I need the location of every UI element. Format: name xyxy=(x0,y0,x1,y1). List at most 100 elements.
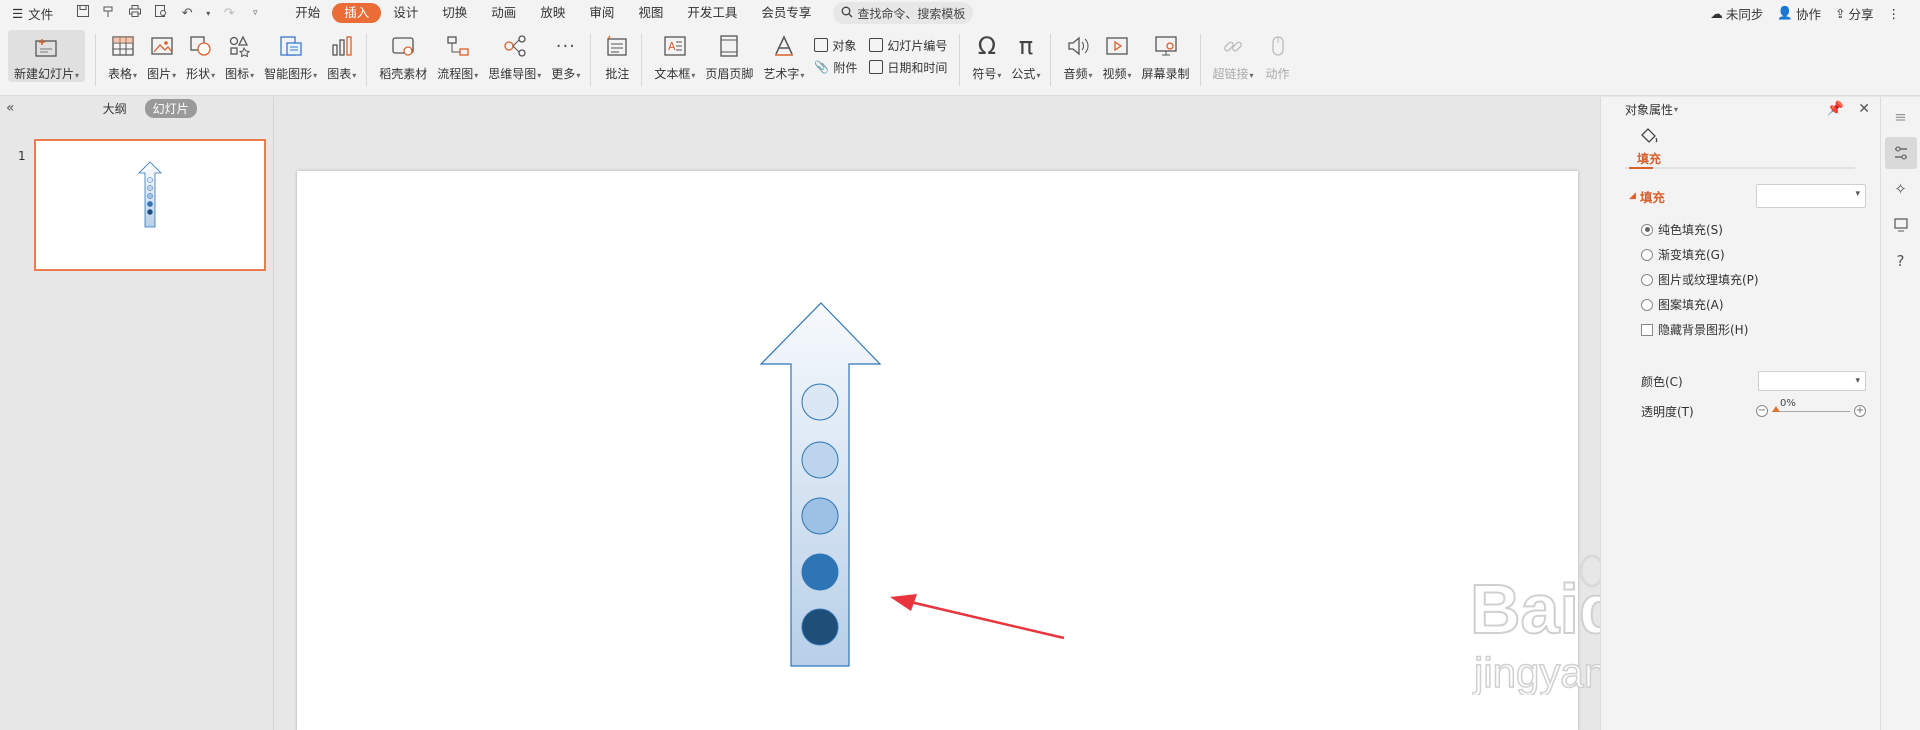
slides-icon[interactable] xyxy=(1885,209,1917,241)
tab-transitions[interactable]: 切换 xyxy=(430,3,479,23)
flowchart-button[interactable]: 流程图▾ xyxy=(437,26,478,86)
circle-4[interactable] xyxy=(801,553,839,591)
sync-button[interactable]: ☁ 未同步 xyxy=(1710,4,1763,23)
command-search[interactable]: 查找命令、搜索模板 xyxy=(833,2,974,24)
symbol-button[interactable]: Ω 符号▾ xyxy=(972,26,1001,86)
date-time-button[interactable]: 日期和时间 xyxy=(869,58,947,76)
hamburger-icon: ☰ xyxy=(12,5,24,21)
fill-section-header[interactable]: ◢ 填充 xyxy=(1601,183,1880,209)
screen-record-button[interactable]: 屏幕录制 xyxy=(1142,26,1190,86)
print-icon[interactable] xyxy=(127,4,143,22)
tab-fill-label: 填充 xyxy=(1636,152,1661,166)
increase-icon[interactable]: + xyxy=(1854,405,1866,417)
comment-button[interactable]: 批注 xyxy=(603,26,631,86)
table-button[interactable]: 表格▾ xyxy=(108,26,137,86)
omega-icon: Ω xyxy=(977,32,997,60)
circle-5[interactable] xyxy=(801,608,839,646)
tab-review[interactable]: 审阅 xyxy=(577,3,626,23)
comment-label: 批注 xyxy=(605,67,630,81)
chart-button[interactable]: 图表▾ xyxy=(327,26,356,86)
help-icon[interactable]: ? xyxy=(1885,245,1917,277)
video-label: 视频 xyxy=(1102,67,1127,81)
menu-lines-icon[interactable]: ≡ xyxy=(1885,101,1917,133)
shape-button[interactable]: 形状▾ xyxy=(186,26,215,86)
circle-1[interactable] xyxy=(801,383,839,421)
save-icon[interactable] xyxy=(75,4,91,22)
undo-icon[interactable]: ↶ xyxy=(179,6,195,21)
icons-button[interactable]: 图标▾ xyxy=(225,26,254,86)
radio-pattern[interactable] xyxy=(1641,298,1653,311)
option-solid-fill[interactable]: 纯色填充(S) xyxy=(1641,217,1880,242)
circle-2[interactable] xyxy=(801,441,839,479)
textbox-button[interactable]: A 文本框▾ xyxy=(654,26,695,86)
docer-button[interactable]: 稻壳素材 xyxy=(379,26,427,86)
hyperlink-button[interactable]: 超链接▾ xyxy=(1213,26,1254,86)
tab-design[interactable]: 设计 xyxy=(381,3,430,23)
tab-home[interactable]: 开始 xyxy=(283,3,332,23)
tab-slides[interactable]: 幻灯片 xyxy=(144,98,197,118)
tab-fill-pane[interactable]: 填充 xyxy=(1629,127,1669,167)
audio-button[interactable]: 音频▾ xyxy=(1063,26,1092,86)
more-options-icon[interactable]: ⋮ xyxy=(1888,6,1901,21)
radio-solid[interactable] xyxy=(1641,223,1653,236)
undo-dropdown-icon[interactable]: ▾ xyxy=(205,9,211,18)
action-button[interactable]: 动作 xyxy=(1264,26,1292,86)
pane-header: 对象属性 ▾ 📌 ✕ xyxy=(1625,101,1870,118)
collab-button[interactable]: 👤 协作 xyxy=(1777,4,1821,23)
more-button[interactable]: ··· 更多▾ xyxy=(551,26,580,86)
slider-thumb[interactable] xyxy=(1772,405,1780,412)
picture-button[interactable]: 图片▾ xyxy=(147,26,176,86)
format-painter-icon[interactable] xyxy=(101,4,117,22)
option-pattern-fill[interactable]: 图案填充(A) xyxy=(1641,292,1880,317)
tab-slideshow[interactable]: 放映 xyxy=(528,3,577,23)
radio-picture[interactable] xyxy=(1641,273,1653,286)
close-icon[interactable]: ✕ xyxy=(1858,101,1870,117)
task-pane-strip: ≡ ✧ ? xyxy=(1880,97,1920,730)
radio-gradient[interactable] xyxy=(1641,248,1653,261)
tab-developer[interactable]: 开发工具 xyxy=(675,3,749,23)
tab-member[interactable]: 会员专享 xyxy=(749,3,823,23)
tab-animations[interactable]: 动画 xyxy=(479,3,528,23)
decrease-icon[interactable]: − xyxy=(1756,405,1768,417)
object-button[interactable]: 对象 xyxy=(814,36,857,54)
option-gradient-fill[interactable]: 渐变填充(G) xyxy=(1641,242,1880,267)
slide-thumbnail[interactable] xyxy=(34,139,266,271)
attachment-button[interactable]: 📎 附件 xyxy=(814,58,857,76)
hide-bg-checkbox[interactable] xyxy=(1641,323,1653,336)
slide-number-button[interactable]: 幻灯片编号 xyxy=(869,36,947,54)
formula-button[interactable]: π 公式▾ xyxy=(1011,26,1040,86)
transparency-row: 透明度(T) − 0% + xyxy=(1601,398,1880,424)
mindmap-button[interactable]: 思维导图▾ xyxy=(488,26,541,86)
animation-icon[interactable]: ✧ xyxy=(1885,173,1917,205)
color-dropdown[interactable] xyxy=(1758,371,1866,391)
option-hide-background[interactable]: 隐藏背景图形(H) xyxy=(1641,317,1880,342)
link-icon xyxy=(1219,32,1247,60)
option-picture-fill[interactable]: 图片或纹理填充(P) xyxy=(1641,267,1880,292)
fill-type-dropdown[interactable] xyxy=(1756,184,1866,208)
slide-page[interactable] xyxy=(297,171,1578,730)
customize-dropdown-icon[interactable]: ▿ xyxy=(247,8,263,18)
wordart-button[interactable]: 艺术字▾ xyxy=(763,26,804,86)
slide-number-label: 幻灯片编号 xyxy=(887,38,948,53)
pin-icon[interactable]: 📌 xyxy=(1827,101,1844,117)
circle-3[interactable] xyxy=(801,497,839,535)
share-button[interactable]: ⇪ 分享 xyxy=(1835,4,1874,23)
slider-track[interactable]: 0% xyxy=(1772,398,1850,412)
audio-label: 音频 xyxy=(1063,67,1088,81)
tab-insert[interactable]: 插入 xyxy=(332,3,382,23)
collapse-panel-icon[interactable]: « xyxy=(6,100,15,116)
print-preview-icon[interactable] xyxy=(153,4,169,22)
pane-title[interactable]: 对象属性 xyxy=(1625,101,1673,118)
video-button[interactable]: 视频▾ xyxy=(1102,26,1132,86)
cloud-icon: ☁ xyxy=(1710,5,1723,21)
header-footer-button[interactable]: 页眉页脚 xyxy=(705,26,753,86)
option-picture-label: 图片或纹理填充(P) xyxy=(1658,273,1759,287)
new-slide-button[interactable]: 新建幻灯片▾ xyxy=(8,30,86,82)
properties-icon[interactable] xyxy=(1884,137,1917,169)
smartart-button[interactable]: 智能图形▾ xyxy=(264,26,317,86)
tab-outline[interactable]: 大纲 xyxy=(95,99,135,118)
tab-view[interactable]: 视图 xyxy=(626,3,675,23)
file-menu[interactable]: ☰ 文件 xyxy=(12,0,53,26)
redo-icon[interactable]: ↷ xyxy=(221,6,237,21)
transparency-slider[interactable]: − 0% + xyxy=(1756,398,1866,417)
